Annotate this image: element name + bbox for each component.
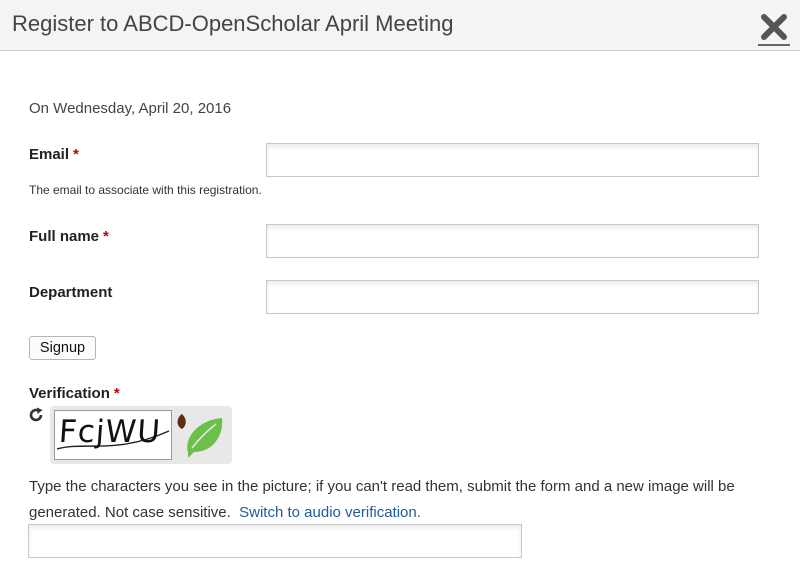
required-marker: * xyxy=(113,385,120,402)
audio-verification-link[interactable]: Switch to audio verification. xyxy=(239,504,421,521)
department-field[interactable] xyxy=(266,280,759,314)
captcha-characters: FcjWU xyxy=(57,414,163,450)
dialog-titlebar: Register to ABCD-OpenScholar April Meeti… xyxy=(0,0,800,51)
captcha-image: FcjWU xyxy=(54,410,172,460)
close-underline xyxy=(758,44,790,46)
verification-label: Verification * xyxy=(29,385,120,402)
required-marker: * xyxy=(73,146,79,163)
email-label-text: Email xyxy=(29,146,70,163)
department-label: Department xyxy=(29,284,112,301)
verification-instructions: Type the characters you see in the pictu… xyxy=(29,474,789,526)
department-label-text: Department xyxy=(29,284,113,301)
refresh-icon[interactable] xyxy=(28,407,44,423)
captcha-box: FcjWU xyxy=(50,406,232,464)
verification-label-text: Verification xyxy=(29,385,110,402)
full-name-label: Full name * xyxy=(29,228,109,245)
event-date: On Wednesday, April 20, 2016 xyxy=(29,100,232,117)
signup-button[interactable]: Signup xyxy=(29,336,96,360)
full-name-label-text: Full name xyxy=(29,228,100,245)
leaf-logo-icon xyxy=(176,412,226,463)
full-name-field[interactable] xyxy=(266,224,759,258)
required-marker: * xyxy=(103,228,109,245)
email-help-text: The email to associate with this registr… xyxy=(29,183,262,197)
close-icon[interactable] xyxy=(758,11,790,43)
captcha-answer-field[interactable] xyxy=(28,524,522,558)
email-field[interactable] xyxy=(266,143,759,177)
dialog-title: Register to ABCD-OpenScholar April Meeti… xyxy=(12,11,454,36)
email-label: Email * xyxy=(29,146,79,163)
